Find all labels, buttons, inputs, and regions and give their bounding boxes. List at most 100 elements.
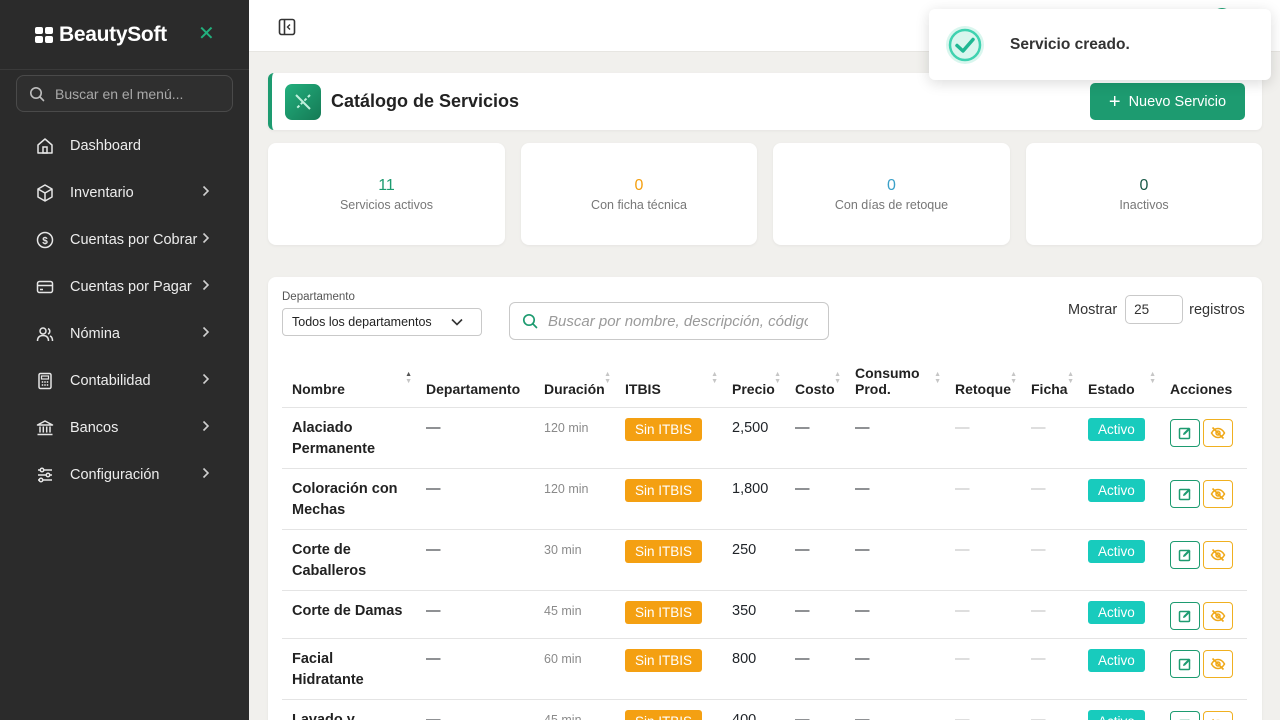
new-service-button[interactable]: + Nuevo Servicio [1090, 83, 1245, 120]
column-header[interactable]: Precio ▲ ▼ [722, 355, 785, 408]
column-header[interactable]: Estado ▲ ▼ [1078, 355, 1160, 408]
cell-itbis: Sin ITBIS [615, 468, 722, 530]
cell-precio: 400 [722, 699, 785, 720]
status-badge: Activo [1088, 539, 1145, 563]
table-search[interactable] [509, 302, 829, 340]
deactivate-button[interactable] [1203, 540, 1233, 569]
cell-estado: Activo [1078, 529, 1160, 591]
cell-retoque: — [945, 590, 1021, 639]
page-size-input[interactable]: 25 [1125, 295, 1184, 324]
sidebar-item-inventario[interactable]: Inventario [0, 169, 249, 216]
deactivate-button[interactable] [1203, 601, 1233, 630]
menu-search[interactable] [16, 75, 233, 112]
cell-estado: Activo [1078, 407, 1160, 469]
edit-icon [1178, 609, 1192, 623]
cell-departamento: — [416, 529, 534, 591]
edit-button[interactable] [1170, 479, 1200, 508]
sort-icon: ▲ ▼ [1149, 370, 1156, 385]
edit-icon [1178, 548, 1192, 562]
cell-itbis: Sin ITBIS [615, 407, 722, 469]
sort-icon: ▲ ▼ [711, 370, 718, 385]
sidebar-item-contabilidad[interactable]: Contabilidad [0, 357, 249, 404]
column-header[interactable]: Departamento [416, 355, 534, 408]
edit-icon [1178, 657, 1192, 671]
bank-icon [35, 418, 55, 438]
cell-departamento: — [416, 699, 534, 720]
chevron-right-icon [202, 467, 210, 483]
sidebar-item-label: Cuentas por Pagar [70, 278, 192, 295]
sort-icon: ▲ ▼ [934, 370, 941, 385]
cell-departamento: — [416, 638, 534, 700]
stat-card-inactive: 0 Inactivos [1026, 143, 1262, 245]
department-select-value: Todos los departamentos [292, 315, 432, 329]
column-header-label: ITBIS [625, 380, 661, 397]
sidebar-item-nomina[interactable]: Nómina [0, 310, 249, 357]
stat-value: 11 [378, 177, 395, 194]
edit-button[interactable] [1170, 540, 1200, 569]
sidebar-item-cuentas-por-cobrar[interactable]: $ Cuentas por Cobrar [0, 216, 249, 263]
edit-icon [1178, 487, 1192, 501]
cell-retoque: — [945, 468, 1021, 530]
stat-value: 0 [887, 177, 896, 194]
calculator-icon [35, 371, 55, 391]
sidebar-item-label: Inventario [70, 184, 134, 201]
sidebar-toggle-icon[interactable] [278, 18, 296, 36]
deactivate-button[interactable] [1203, 418, 1233, 447]
search-icon [30, 86, 45, 101]
column-header[interactable]: Consumo Prod. ▲ ▼ [845, 355, 945, 408]
column-header-label: Consumo Prod. [855, 364, 920, 397]
cell-acciones [1160, 699, 1247, 720]
sort-icon: ▲ ▼ [774, 370, 781, 385]
column-header[interactable]: Costo ▲ ▼ [785, 355, 845, 408]
edit-button[interactable] [1170, 649, 1200, 678]
department-select[interactable]: Todos los departamentos [282, 308, 482, 336]
scissors-icon [285, 84, 321, 120]
cell-acciones [1160, 468, 1247, 530]
sidebar-item-cuentas-por-pagar[interactable]: Cuentas por Pagar [0, 263, 249, 310]
column-header-label: Ficha [1031, 380, 1068, 397]
column-header[interactable]: Ficha ▲ ▼ [1021, 355, 1078, 408]
column-header[interactable]: Nombre ▲ ▼ [282, 355, 416, 408]
table-search-input[interactable] [548, 312, 808, 330]
edit-button[interactable] [1170, 418, 1200, 447]
edit-button[interactable] [1170, 601, 1200, 630]
sidebar-item-dashboard[interactable]: Dashboard [0, 122, 249, 169]
search-icon [522, 313, 538, 329]
cell-consumo: — [845, 407, 945, 469]
deactivate-button[interactable] [1203, 479, 1233, 508]
sidebar-item-configuracion[interactable]: Configuración [0, 451, 249, 498]
cell-nombre: Corte de Caballeros [282, 529, 416, 591]
column-header-label: Duración [544, 380, 605, 397]
cell-retoque: — [945, 407, 1021, 469]
deactivate-button[interactable] [1203, 649, 1233, 678]
edit-button[interactable] [1170, 710, 1200, 720]
deactivate-button[interactable] [1203, 710, 1233, 720]
sidebar-item-label: Dashboard [70, 137, 141, 154]
services-panel: Departamento Todos los departamentos Mos… [268, 277, 1262, 720]
cell-precio: 250 [722, 529, 785, 591]
services-table: Nombre ▲ ▼ Departamento Duración ▲ ▼ ITBIS ▲ ▼ Pre… [282, 355, 1247, 720]
cell-nombre: Corte de Damas [282, 590, 416, 639]
sidebar-item-label: Nómina [70, 325, 120, 342]
close-sidebar-icon[interactable]: ✕ [198, 22, 215, 46]
cell-precio: 350 [722, 590, 785, 639]
cell-departamento: — [416, 590, 534, 639]
sort-icon: ▲ ▼ [405, 370, 412, 385]
column-header[interactable]: ITBIS ▲ ▼ [615, 355, 722, 408]
sidebar-item-bancos[interactable]: Bancos [0, 404, 249, 451]
menu-search-input[interactable] [55, 85, 215, 102]
cell-ficha: — [1021, 529, 1078, 591]
column-header[interactable]: Duración ▲ ▼ [534, 355, 615, 408]
cell-retoque: — [945, 638, 1021, 700]
itbis-badge: Sin ITBIS [625, 600, 703, 624]
cell-acciones [1160, 407, 1247, 469]
stat-card-touchup: 0 Con días de retoque [773, 143, 1010, 245]
table-row: Coloración con Mechas —120 min Sin ITBIS 1,… [282, 468, 1247, 530]
table-header-row: Nombre ▲ ▼ Departamento Duración ▲ ▼ ITBIS ▲ ▼ Pre… [282, 355, 1247, 408]
column-header-label: Precio [732, 380, 775, 397]
cell-nombre: Alaciado Permanente [282, 407, 416, 469]
column-header[interactable]: Retoque ▲ ▼ [945, 355, 1021, 408]
cell-estado: Activo [1078, 638, 1160, 700]
cell-ficha: — [1021, 699, 1078, 720]
column-header-label: Nombre [292, 380, 345, 397]
